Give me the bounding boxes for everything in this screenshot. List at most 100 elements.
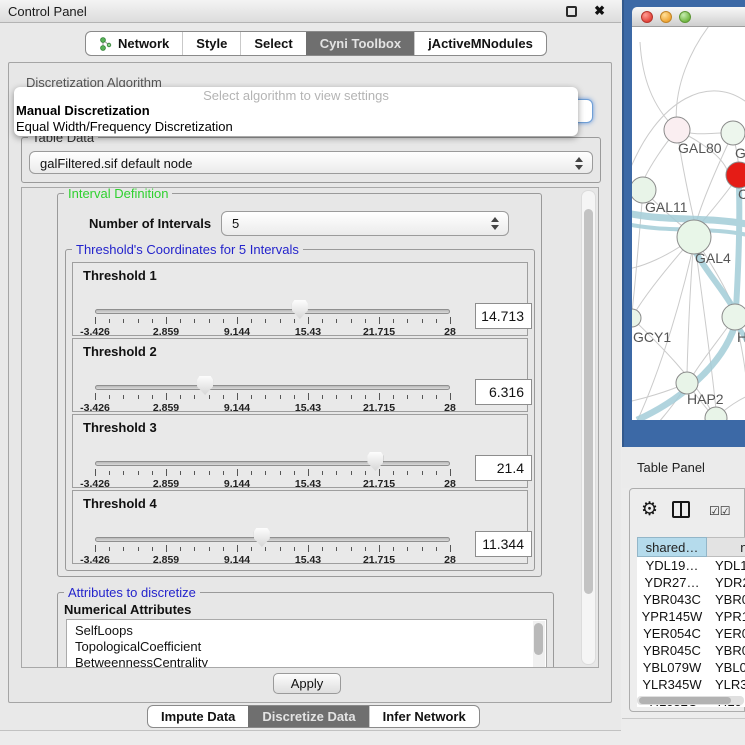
network-node-selected-red[interactable] [726,162,745,188]
tab-label: Select [254,36,292,51]
table-row[interactable]: YLR345WYLR3 [637,676,745,693]
network-canvas[interactable]: GAL80 GA GAL11 C GAL4 GCY1 H HAP2 [632,27,745,420]
table-data-value: galFiltered.sif default node [40,156,192,171]
cell[interactable]: YBR0 [707,591,745,608]
table-panel-title: Table Panel [637,460,705,475]
node-label: GAL80 [678,140,722,156]
network-window-titlebar[interactable] [632,7,745,27]
tab-jactivemnodules[interactable]: jActiveMNodules [414,32,546,55]
slider-track[interactable] [95,461,450,466]
tick-label: 21.715 [363,554,395,566]
cell[interactable]: YBR045C [637,642,707,659]
threshold-3-panel: Threshold 3 -3.426 2.859 9.144 15.43 [72,414,528,488]
table-row[interactable]: YDR27…YDR2 [637,574,745,591]
network-node[interactable] [721,121,745,145]
cell[interactable]: YER0 [707,625,745,642]
list-item[interactable]: SelfLoops [67,623,546,639]
tick-label: 15.43 [295,554,321,566]
tick-label: 9.144 [224,402,250,414]
attributes-groupbox: Attributes to discretize Numerical Attri… [57,592,554,668]
dropdown-item-equal-width-frequency[interactable]: Equal Width/Frequency Discretization [14,119,578,135]
zoom-traffic-light-icon[interactable] [679,11,691,23]
threshold-3-value[interactable]: 21.4 [475,455,532,481]
tab-impute-data[interactable]: Impute Data [148,706,248,727]
divider [622,718,745,719]
cell[interactable]: YDL1 [707,557,745,574]
network-node[interactable] [705,407,727,420]
network-node-gcy1[interactable] [632,309,641,327]
network-node[interactable] [722,304,745,330]
threshold-2-value[interactable]: 6.316 [475,379,532,405]
dropdown-item-manual-discretization[interactable]: Manual Discretization [14,103,578,119]
checkbox-icons[interactable]: ☑☑ [709,504,731,518]
cell[interactable]: YDR27… [637,574,707,591]
slider-track[interactable] [95,537,450,542]
tab-label: Impute Data [161,709,235,724]
table-row[interactable]: YDL19…YDL1 [637,557,745,574]
threshold-1-slider[interactable]: -3.426 2.859 9.144 15.43 21.715 28 [95,301,450,335]
slider-ticks [95,469,450,478]
table-row[interactable]: YBL079WYBL0 [637,659,745,676]
slider-track[interactable] [95,309,450,314]
scrollbar-thumb[interactable] [639,697,731,704]
number-of-intervals-value: 5 [232,216,239,231]
tab-cyni-toolbox[interactable]: Cyni Toolbox [306,32,414,55]
tab-label: Cyni Toolbox [320,36,401,51]
table-panel: ⚙ ☑☑ shared… name YDL19…YDL1 YDR27…YDR2 … [629,488,745,712]
cell[interactable]: YBR043C [637,591,707,608]
pane-scrollbar-thumb[interactable] [584,209,593,594]
cell[interactable]: YLR3 [707,676,745,693]
cell[interactable]: YBR0 [707,642,745,659]
tab-label: Infer Network [383,709,466,724]
cell[interactable]: YLR345W [637,676,707,693]
cell[interactable]: YPR1 [707,608,745,625]
cell[interactable]: YDR2 [707,574,745,591]
cell[interactable]: YDL19… [637,557,707,574]
threshold-4-value[interactable]: 11.344 [475,531,532,557]
cyni-toolbox-panel: Discretization Algorithm Table Data galF… [8,62,612,703]
column-header-name[interactable]: name [707,537,745,557]
cell[interactable]: YBL079W [637,659,707,676]
column-header-shared-name[interactable]: shared… [637,537,707,557]
table-header-row: shared… name [637,537,745,557]
number-of-intervals-combobox[interactable]: 5 [221,211,509,236]
tab-select[interactable]: Select [240,32,305,55]
pane-scrollbar[interactable] [581,190,596,665]
apply-button[interactable]: Apply [273,673,341,694]
close-traffic-light-icon[interactable] [641,11,653,23]
list-item[interactable]: TopologicalCoefficient [67,639,546,655]
slider-track[interactable] [95,385,450,390]
threshold-4-slider[interactable]: -3.426 2.859 9.144 15.43 21.715 28 [95,529,450,563]
threshold-1-value[interactable]: 14.713 [475,303,532,329]
gear-icon[interactable]: ⚙ [641,498,658,521]
tab-discretize-data[interactable]: Discretize Data [248,706,368,727]
tab-label: Style [196,36,227,51]
close-icon[interactable]: ✖ [594,3,605,19]
table-row[interactable]: YBR045CYBR0 [637,642,745,659]
cell[interactable]: YER054C [637,625,707,642]
tab-label: Discretize Data [262,709,355,724]
threshold-2-slider[interactable]: -3.426 2.859 9.144 15.43 21.715 28 [95,377,450,411]
table-horizontal-scrollbar[interactable] [637,696,744,705]
list-scrollbar[interactable] [533,621,545,668]
split-view-icon[interactable] [672,501,690,518]
table-row[interactable]: YBR043CYBR0 [637,591,745,608]
threshold-label: Threshold 1 [83,268,157,283]
tab-network[interactable]: Network [86,32,182,55]
node-label: GA [735,145,745,161]
list-item[interactable]: BetweennessCentrality [67,655,546,668]
table-row[interactable]: YPR145WYPR1 [637,608,745,625]
tab-infer-network[interactable]: Infer Network [369,706,479,727]
tab-style[interactable]: Style [182,32,240,55]
tab-label: jActiveMNodules [428,36,533,51]
table-data-combobox[interactable]: galFiltered.sif default node [29,151,593,174]
network-node-gal4[interactable] [677,220,711,254]
float-icon[interactable] [566,6,577,17]
threshold-3-slider[interactable]: -3.426 2.859 9.144 15.43 21.715 28 [95,453,450,487]
table-row[interactable]: YER054CYER0 [637,625,745,642]
cell[interactable]: YBL0 [707,659,745,676]
cell[interactable]: YPR145W [637,608,707,625]
minimize-traffic-light-icon[interactable] [660,11,672,23]
tick-label: -3.426 [80,478,110,490]
top-tab-bar: Network Style Select Cyni Toolbox jActiv… [85,31,547,56]
